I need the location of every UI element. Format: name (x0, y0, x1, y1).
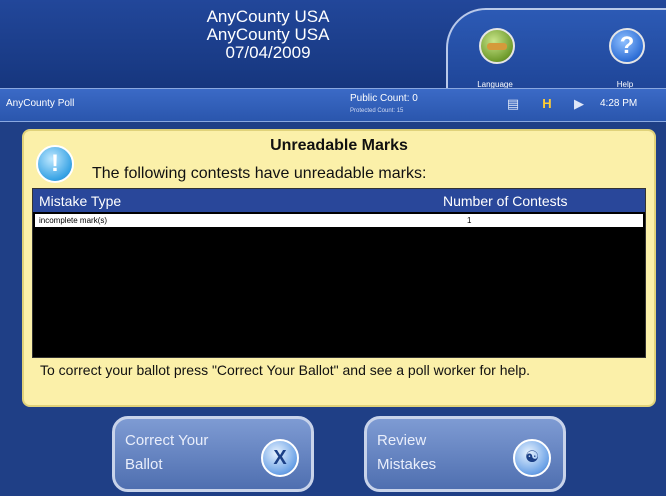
poll-name: AnyCounty Poll (6, 98, 75, 109)
correct-your-ballot-label: Correct Your Ballot (125, 429, 245, 477)
table-header: Mistake Type Number of Contests (33, 189, 645, 212)
dialog-title: Unreadable Marks (270, 137, 408, 154)
ballot-counts: Public Count: 0 Protected Count: 15 (350, 93, 418, 117)
column-mistake-type: Mistake Type (39, 193, 122, 209)
protected-count: Protected Count: 15 (350, 108, 404, 114)
dialog-instructions: To correct your ballot press "Correct Yo… (40, 362, 531, 378)
review-icon: ☯ (513, 439, 551, 477)
table-row[interactable]: incomplete mark(s) 1 (35, 214, 643, 227)
help-button[interactable]: ? Help (590, 28, 660, 94)
speaker-icon: ▶ (574, 96, 584, 111)
review-mistakes-label: Review Mistakes (377, 429, 497, 477)
status-bar: AnyCounty Poll Public Count: 0 Protected… (0, 88, 666, 122)
globe-icon (479, 28, 515, 64)
contest-count-cell: 1 (467, 216, 472, 225)
review-label-line-2: Mistakes (377, 456, 437, 473)
correct-label-line-1: Correct Your (125, 432, 209, 449)
correct-label-line-2: Ballot (125, 456, 163, 473)
unreadable-marks-dialog: ! Unreadable Marks The following contest… (22, 129, 656, 407)
public-count: Public Count: 0 (350, 93, 418, 104)
question-mark-icon: ? (609, 28, 645, 64)
document-icon: ▤ (506, 96, 520, 111)
mistakes-table: Mistake Type Number of Contests incomple… (32, 188, 646, 358)
header-button-panel: Language ? Help (446, 8, 666, 96)
x-icon: X (261, 439, 299, 477)
clock-time: 4:28 PM (600, 98, 638, 109)
column-number-of-contests: Number of Contests (443, 193, 568, 209)
dialog-subtitle: The following contests have unreadable m… (92, 165, 427, 182)
review-label-line-1: Review (377, 432, 427, 449)
review-mistakes-button[interactable]: Review Mistakes ☯ (364, 416, 566, 492)
mistake-type-cell: incomplete mark(s) (39, 216, 108, 225)
save-icon: H (542, 96, 552, 111)
correct-your-ballot-button[interactable]: Correct Your Ballot X (112, 416, 314, 492)
language-button[interactable]: Language (460, 28, 530, 94)
header-bar: AnyCounty USA AnyCounty USA 07/04/2009 L… (0, 0, 666, 96)
